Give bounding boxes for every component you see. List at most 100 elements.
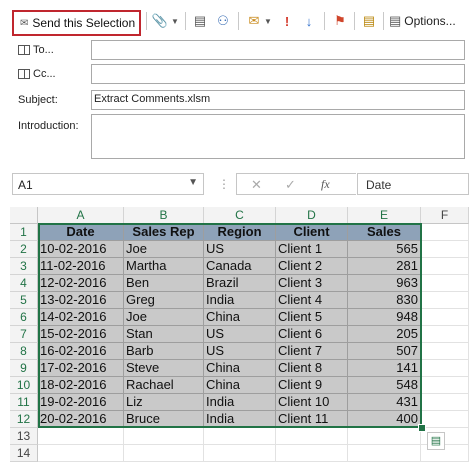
table-cell[interactable]: India bbox=[204, 292, 276, 309]
table-cell[interactable]: 10-02-2016 bbox=[38, 241, 124, 258]
row-header[interactable]: 4 bbox=[10, 275, 38, 292]
table-cell[interactable]: US bbox=[204, 241, 276, 258]
table-cell[interactable]: 20-02-2016 bbox=[38, 411, 124, 428]
quick-analysis-icon[interactable]: ▤ bbox=[427, 432, 445, 450]
table-cell[interactable]: Brazil bbox=[204, 275, 276, 292]
empty-cell[interactable] bbox=[421, 394, 469, 411]
table-cell[interactable]: Steve bbox=[124, 360, 204, 377]
table-cell[interactable]: 205 bbox=[348, 326, 421, 343]
table-cell[interactable]: Client 11 bbox=[276, 411, 348, 428]
empty-cell[interactable] bbox=[124, 428, 204, 445]
empty-cell[interactable] bbox=[421, 275, 469, 292]
table-cell[interactable]: Client 6 bbox=[276, 326, 348, 343]
table-cell[interactable]: China bbox=[204, 377, 276, 394]
row-header[interactable]: 2 bbox=[10, 241, 38, 258]
table-cell[interactable]: 12-02-2016 bbox=[38, 275, 124, 292]
table-cell[interactable]: 13-02-2016 bbox=[38, 292, 124, 309]
column-header[interactable]: B bbox=[124, 207, 204, 224]
table-cell[interactable]: Martha bbox=[124, 258, 204, 275]
table-cell[interactable]: 565 bbox=[348, 241, 421, 258]
table-cell[interactable]: 281 bbox=[348, 258, 421, 275]
table-cell[interactable]: 948 bbox=[348, 309, 421, 326]
row-header[interactable]: 1 bbox=[10, 224, 38, 241]
table-cell[interactable]: 141 bbox=[348, 360, 421, 377]
table-cell[interactable]: China bbox=[204, 360, 276, 377]
table-cell[interactable]: Client 1 bbox=[276, 241, 348, 258]
table-header-cell[interactable]: Date bbox=[38, 224, 124, 241]
table-cell[interactable]: 548 bbox=[348, 377, 421, 394]
table-cell[interactable]: Bruce bbox=[124, 411, 204, 428]
table-cell[interactable]: Ben bbox=[124, 275, 204, 292]
table-cell[interactable]: India bbox=[204, 411, 276, 428]
table-cell[interactable]: Rachael bbox=[124, 377, 204, 394]
row-header[interactable]: 14 bbox=[10, 445, 38, 462]
table-cell[interactable]: US bbox=[204, 326, 276, 343]
row-header[interactable]: 12 bbox=[10, 411, 38, 428]
table-cell[interactable]: 11-02-2016 bbox=[38, 258, 124, 275]
table-cell[interactable]: 15-02-2016 bbox=[38, 326, 124, 343]
empty-cell[interactable] bbox=[38, 445, 124, 462]
empty-cell[interactable] bbox=[421, 309, 469, 326]
table-cell[interactable]: 431 bbox=[348, 394, 421, 411]
empty-cell[interactable] bbox=[421, 224, 469, 241]
table-header-cell[interactable]: Sales Rep bbox=[124, 224, 204, 241]
column-header[interactable]: E bbox=[348, 207, 421, 224]
table-cell[interactable]: 963 bbox=[348, 275, 421, 292]
table-cell[interactable]: 400 bbox=[348, 411, 421, 428]
row-header[interactable]: 8 bbox=[10, 343, 38, 360]
table-cell[interactable]: 16-02-2016 bbox=[38, 343, 124, 360]
empty-cell[interactable] bbox=[204, 428, 276, 445]
column-header[interactable]: C bbox=[204, 207, 276, 224]
row-header[interactable]: 11 bbox=[10, 394, 38, 411]
table-header-cell[interactable]: Sales bbox=[348, 224, 421, 241]
empty-cell[interactable] bbox=[348, 445, 421, 462]
table-cell[interactable]: Liz bbox=[124, 394, 204, 411]
empty-cell[interactable] bbox=[421, 377, 469, 394]
table-cell[interactable]: 14-02-2016 bbox=[38, 309, 124, 326]
table-cell[interactable]: Greg bbox=[124, 292, 204, 309]
row-header[interactable]: 3 bbox=[10, 258, 38, 275]
empty-cell[interactable] bbox=[421, 343, 469, 360]
table-cell[interactable]: Stan bbox=[124, 326, 204, 343]
table-cell[interactable]: 507 bbox=[348, 343, 421, 360]
table-header-cell[interactable]: Client bbox=[276, 224, 348, 241]
row-header[interactable]: 9 bbox=[10, 360, 38, 377]
table-cell[interactable]: Joe bbox=[124, 309, 204, 326]
table-cell[interactable]: India bbox=[204, 394, 276, 411]
empty-cell[interactable] bbox=[124, 445, 204, 462]
table-cell[interactable]: Joe bbox=[124, 241, 204, 258]
row-header[interactable]: 13 bbox=[10, 428, 38, 445]
row-header[interactable]: 10 bbox=[10, 377, 38, 394]
empty-cell[interactable] bbox=[421, 241, 469, 258]
table-cell[interactable]: Client 9 bbox=[276, 377, 348, 394]
table-cell[interactable]: Client 5 bbox=[276, 309, 348, 326]
table-cell[interactable]: Client 4 bbox=[276, 292, 348, 309]
table-cell[interactable]: 18-02-2016 bbox=[38, 377, 124, 394]
empty-cell[interactable] bbox=[421, 360, 469, 377]
table-cell[interactable]: 17-02-2016 bbox=[38, 360, 124, 377]
empty-cell[interactable] bbox=[38, 428, 124, 445]
table-cell[interactable]: Client 7 bbox=[276, 343, 348, 360]
table-cell[interactable]: US bbox=[204, 343, 276, 360]
row-header[interactable]: 6 bbox=[10, 309, 38, 326]
row-header[interactable]: 7 bbox=[10, 326, 38, 343]
fill-handle[interactable] bbox=[418, 424, 426, 432]
column-header[interactable]: F bbox=[421, 207, 469, 224]
empty-cell[interactable] bbox=[421, 326, 469, 343]
empty-cell[interactable] bbox=[276, 428, 348, 445]
row-header[interactable]: 5 bbox=[10, 292, 38, 309]
table-header-cell[interactable]: Region bbox=[204, 224, 276, 241]
empty-cell[interactable] bbox=[204, 445, 276, 462]
table-cell[interactable]: Client 10 bbox=[276, 394, 348, 411]
empty-cell[interactable] bbox=[421, 258, 469, 275]
empty-cell[interactable] bbox=[421, 411, 469, 428]
table-cell[interactable]: China bbox=[204, 309, 276, 326]
empty-cell[interactable] bbox=[348, 428, 421, 445]
column-header[interactable]: A bbox=[38, 207, 124, 224]
table-cell[interactable]: 19-02-2016 bbox=[38, 394, 124, 411]
column-header[interactable]: D bbox=[276, 207, 348, 224]
table-cell[interactable]: Client 8 bbox=[276, 360, 348, 377]
table-cell[interactable]: Client 2 bbox=[276, 258, 348, 275]
table-cell[interactable]: Canada bbox=[204, 258, 276, 275]
empty-cell[interactable] bbox=[276, 445, 348, 462]
